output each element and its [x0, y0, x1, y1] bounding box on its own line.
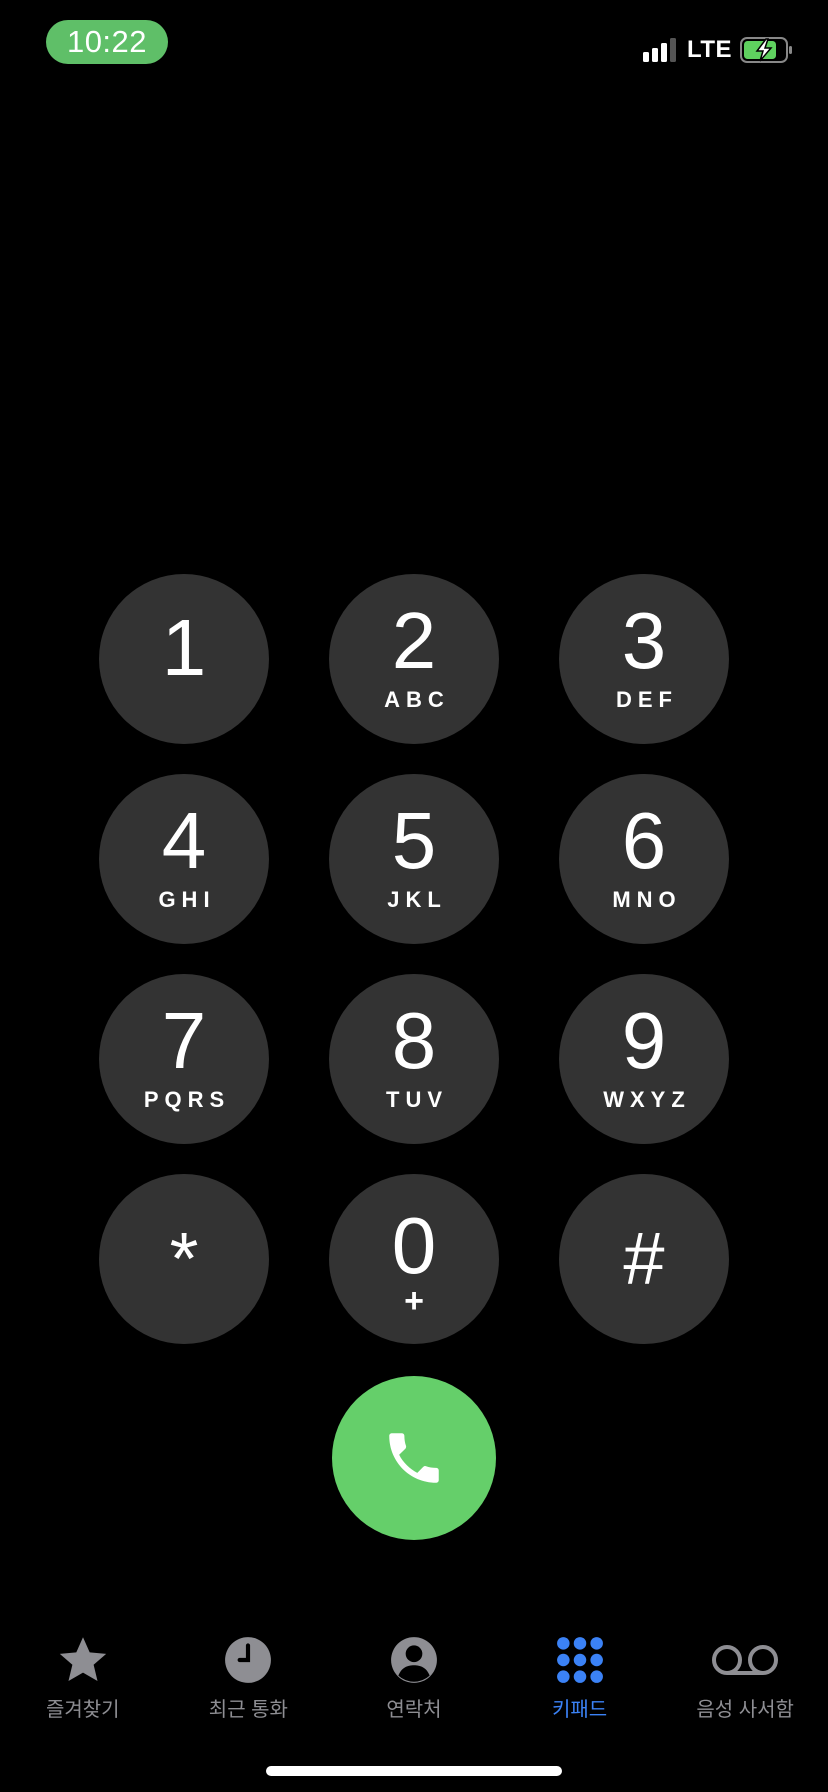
key-star[interactable]: * [99, 1174, 269, 1344]
key-digit: 1 [161, 603, 207, 692]
tab-voicemail[interactable]: 음성 사서함 [662, 1632, 828, 1722]
key-letters: MNO [612, 887, 682, 912]
home-indicator[interactable] [266, 1766, 562, 1776]
key-3[interactable]: 3 DEF [559, 574, 729, 744]
keypad-icon [555, 1632, 605, 1687]
voicemail-icon [711, 1632, 779, 1687]
key-letters: PQRS [143, 1087, 231, 1112]
tab-label: 즐겨찾기 [45, 1699, 120, 1721]
star-icon [56, 1632, 110, 1687]
tab-label: 최근 통화 [208, 1699, 288, 1721]
key-4[interactable]: 4 GHI [99, 774, 269, 944]
tab-recents[interactable]: 최근 통화 [166, 1632, 332, 1722]
key-hash[interactable]: # [559, 1174, 729, 1344]
key-digit: * [169, 1217, 199, 1300]
key-letters: GHI [158, 887, 216, 912]
key-letters: DEF [616, 687, 678, 712]
key-0[interactable]: 0 + [329, 1174, 499, 1344]
key-digit: 4 [161, 796, 207, 885]
status-indicators: LTE [642, 36, 794, 64]
key-digit: 9 [621, 996, 667, 1085]
key-digit: 7 [161, 996, 207, 1085]
tab-bar: 즐겨찾기 최근 통화 연락처 키패드 음성 사서함 [0, 1632, 828, 1722]
key-8[interactable]: 8 TUV [329, 974, 499, 1144]
key-1[interactable]: 1 [99, 574, 269, 744]
status-time[interactable]: 10:22 [46, 20, 168, 64]
tab-label: 음성 사서함 [696, 1699, 794, 1721]
battery-charging-icon [740, 37, 792, 63]
tab-contacts[interactable]: 연락처 [331, 1632, 497, 1722]
key-digit: 3 [621, 596, 667, 685]
network-type-label: LTE [686, 36, 732, 63]
key-digit: 0 [391, 1201, 437, 1290]
key-digit: 6 [621, 796, 667, 885]
key-7[interactable]: 7 PQRS [99, 974, 269, 1144]
key-letters: JKL [387, 887, 447, 912]
clock-icon [223, 1632, 273, 1687]
key-6[interactable]: 6 MNO [559, 774, 729, 944]
key-letters: TUV [386, 1087, 448, 1112]
tab-label: 키패드 [551, 1699, 608, 1721]
key-digit: # [623, 1217, 665, 1300]
key-digit: 8 [391, 996, 437, 1085]
tab-label: 연락처 [386, 1699, 442, 1721]
dial-keypad: 1 2 ABC 3 DEF 4 GHI 5 JKL 6 MNO 7 PQRS 8… [99, 574, 729, 1344]
key-9[interactable]: 9 WXYZ [559, 974, 729, 1144]
key-digit: 5 [391, 796, 437, 885]
signal-icon [642, 38, 676, 62]
call-button[interactable] [332, 1376, 496, 1540]
key-5[interactable]: 5 JKL [329, 774, 499, 944]
phone-icon [389, 1433, 439, 1483]
tab-keypad[interactable]: 키패드 [497, 1632, 663, 1722]
person-icon [389, 1632, 439, 1687]
key-letters: WXYZ [603, 1087, 691, 1112]
key-letters: ABC [384, 687, 450, 712]
tab-favorites[interactable]: 즐겨찾기 [0, 1632, 166, 1722]
key-digit: 2 [391, 596, 437, 685]
key-letters: + [404, 1282, 424, 1320]
key-2[interactable]: 2 ABC [329, 574, 499, 744]
